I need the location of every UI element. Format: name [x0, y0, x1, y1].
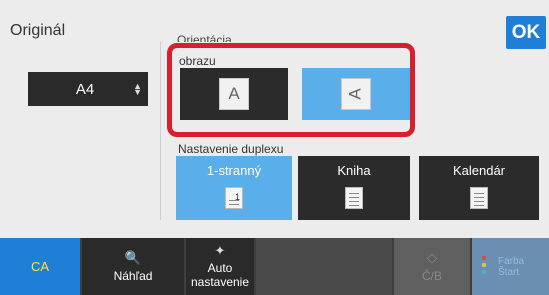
duplex-calendar-button[interactable]: Kalendár	[419, 156, 539, 220]
duplex-option-label: Kniha	[337, 163, 371, 178]
divider	[160, 42, 161, 220]
portrait-page-icon: A	[219, 78, 249, 110]
preview-icon: 🔍	[124, 250, 142, 265]
duplex-book-button[interactable]: Kniha	[298, 156, 410, 220]
duplex-option-label: 1-stranný	[206, 163, 262, 178]
color-dots-icon	[482, 256, 487, 277]
landscape-glyph: A	[346, 88, 365, 100]
auto-label-line2: nastavenie	[190, 275, 250, 289]
color-start-label-line1: Farba	[498, 255, 525, 267]
original-size-select[interactable]: A4 ▲ ▼	[28, 72, 148, 106]
duplex-settings-label: Nastavenie duplexu	[178, 142, 284, 156]
color-start-label-line2: Štart	[498, 266, 520, 278]
calendar-doc-icon	[470, 187, 488, 209]
ca-label: CA	[30, 259, 50, 274]
up-down-arrow-icon: ▲ ▼	[133, 81, 142, 97]
orientation-sublabel: obrazu	[179, 54, 216, 68]
empty-bar-area	[256, 238, 392, 295]
auto-label-line1: Auto	[207, 261, 233, 275]
landscape-page-icon: A	[341, 78, 371, 110]
auto-setting-button[interactable]: ✦ Auto nastavenie	[186, 238, 254, 295]
start-icon: ◇	[427, 250, 437, 265]
bottom-action-bar: CA 🔍 Náhľad ✦ Auto nastavenie ◇ Č/B Farb…	[0, 238, 549, 295]
bw-start-button[interactable]: ◇ Č/B	[394, 238, 470, 295]
bw-start-label: Č/B	[421, 269, 442, 283]
preview-button[interactable]: 🔍 Náhľad	[82, 238, 184, 295]
orientation-label: Orientácia	[177, 33, 232, 42]
page-title: Originál	[10, 22, 66, 39]
ok-button[interactable]: OK	[506, 16, 546, 49]
single-sided-doc-icon: 1	[225, 187, 243, 209]
portrait-orientation-button[interactable]: A	[180, 68, 288, 120]
duplex-1-sided-button[interactable]: 1-stranný 1	[176, 156, 292, 220]
auto-wand-icon: ✦	[214, 243, 226, 258]
color-start-button[interactable]: Farba Štart	[472, 238, 549, 295]
clear-all-button[interactable]: CA	[0, 238, 80, 295]
original-settings-screen: Originál OK A4 ▲ ▼ Orientácia obrazu A A …	[0, 0, 549, 295]
preview-label: Náhľad	[113, 269, 153, 283]
portrait-glyph: A	[228, 84, 240, 103]
duplex-option-label: Kalendár	[452, 163, 506, 178]
landscape-orientation-button[interactable]: A	[302, 68, 410, 120]
original-size-value: A4	[75, 80, 95, 98]
book-doc-icon	[345, 187, 363, 209]
orientation-highlight-box: obrazu A A	[167, 43, 415, 137]
